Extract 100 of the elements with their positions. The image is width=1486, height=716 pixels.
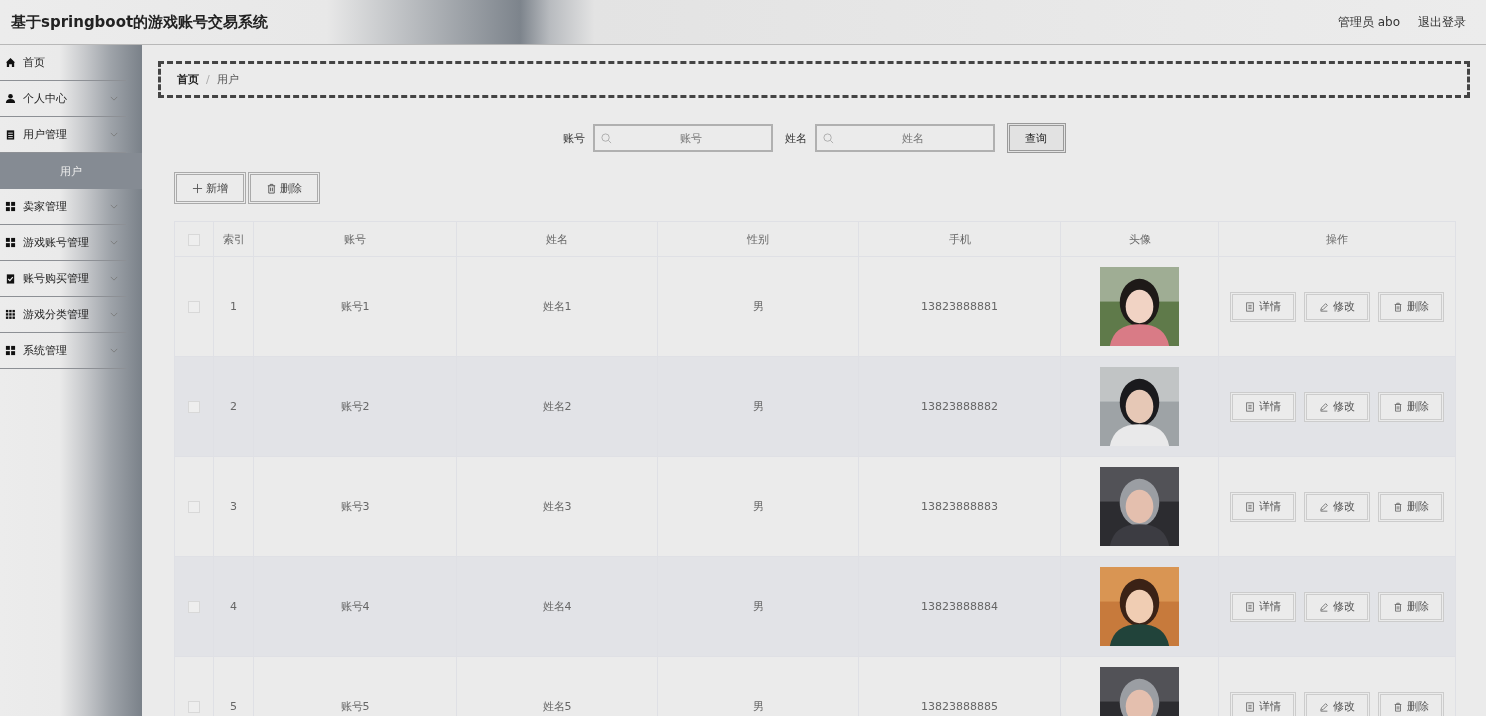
table-cell: 姓名2 — [542, 400, 572, 413]
search-icon — [822, 133, 834, 144]
menu-item[interactable]: 游戏账号管理 — [0, 225, 126, 261]
edit-button[interactable]: 修改 — [1304, 591, 1370, 622]
table-cell: 男 — [752, 700, 764, 713]
person-icon — [5, 93, 16, 104]
field-label: 账号 — [562, 130, 585, 146]
table-cell: 姓名3 — [542, 500, 572, 513]
app-title: 基于springboot的游戏账号交易系统 — [11, 12, 269, 32]
table-cell: 13823888881 — [921, 300, 998, 313]
plus-icon — [192, 182, 203, 194]
detail-button[interactable]: 详情 — [1230, 291, 1296, 322]
search-field[interactable]: 账号 — [592, 124, 773, 152]
column-header: 头像 — [1128, 232, 1151, 246]
table-cell: 账号4 — [340, 600, 370, 613]
column-header: 姓名 — [546, 232, 568, 246]
delete-button[interactable]: 删除 — [1378, 591, 1444, 622]
table-cell: 3 — [230, 500, 237, 513]
trash-icon — [1393, 301, 1403, 312]
menu-item[interactable]: 个人中心 — [0, 81, 126, 117]
column-header: 索引 — [222, 232, 245, 246]
grid-icon — [5, 201, 16, 212]
table-cell: 账号1 — [340, 300, 370, 313]
table-cell: 男 — [752, 400, 764, 413]
column-header: 账号 — [344, 232, 366, 246]
trash-icon — [1393, 501, 1403, 512]
column-header: 手机 — [948, 232, 971, 246]
menu-item[interactable]: 账号购买管理 — [0, 261, 126, 297]
add-button[interactable]: 新增 — [174, 172, 246, 204]
trash-icon — [1393, 601, 1403, 612]
table-cell: 男 — [752, 600, 764, 613]
trash-icon — [266, 182, 277, 194]
detail-button[interactable]: 详情 — [1230, 691, 1296, 716]
table-cell: 13823888885 — [921, 700, 998, 713]
edit-button[interactable]: 修改 — [1304, 291, 1370, 322]
pencil-icon — [1319, 301, 1329, 312]
menu-item[interactable]: 卖家管理 — [0, 189, 126, 225]
clipboard-icon — [5, 129, 16, 140]
search-icon — [600, 133, 612, 144]
edit-button[interactable]: 修改 — [1304, 391, 1370, 422]
chevron-down-icon — [110, 96, 118, 101]
table-cell: 男 — [752, 300, 764, 313]
document-icon — [1245, 501, 1255, 512]
table-cell: 2 — [230, 400, 237, 413]
table-cell: 账号5 — [340, 700, 370, 713]
chevron-down-icon — [110, 132, 118, 137]
table-cell: 姓名1 — [542, 300, 572, 313]
query-button[interactable]: 查询 — [1006, 123, 1066, 153]
home-icon — [5, 57, 16, 68]
delete-button[interactable]: 删除 — [248, 172, 320, 204]
table-cell: 4 — [230, 600, 237, 613]
delete-button[interactable]: 删除 — [1378, 691, 1444, 716]
pencil-icon — [1319, 701, 1329, 712]
breadcrumb-link[interactable]: 首页 — [177, 72, 199, 87]
column-header: 操作 — [1326, 232, 1348, 246]
chevron-down-icon — [110, 240, 118, 245]
logout-link[interactable]: 退出登录 — [1418, 13, 1466, 31]
pencil-icon — [1319, 601, 1329, 612]
table-cell: 13823888884 — [921, 600, 998, 613]
detail-button[interactable]: 详情 — [1230, 491, 1296, 522]
detail-button[interactable]: 详情 — [1230, 391, 1296, 422]
clipboard-check-icon — [5, 273, 16, 284]
menu-item[interactable]: 系统管理 — [0, 333, 126, 369]
table-cell: 账号3 — [340, 500, 370, 513]
chevron-down-icon — [110, 204, 118, 209]
grid-icon — [5, 309, 16, 320]
detail-button[interactable]: 详情 — [1230, 591, 1296, 622]
user-label: 管理员 abo — [1337, 13, 1400, 31]
menu-item[interactable]: 首页 — [0, 45, 126, 81]
trash-icon — [1393, 701, 1403, 712]
table-cell: 账号2 — [340, 400, 370, 413]
pencil-icon — [1319, 401, 1329, 412]
table-cell: 1 — [230, 300, 237, 313]
table-cell: 13823888883 — [921, 500, 998, 513]
pencil-icon — [1319, 501, 1329, 512]
breadcrumb-separator: / — [206, 73, 210, 86]
chevron-down-icon — [110, 312, 118, 317]
trash-icon — [1393, 401, 1403, 412]
document-icon — [1245, 301, 1255, 312]
table-cell: 男 — [752, 500, 764, 513]
grid-icon — [5, 345, 16, 356]
document-icon — [1245, 701, 1255, 712]
document-icon — [1245, 601, 1255, 612]
grid-icon — [5, 237, 16, 248]
chevron-down-icon — [110, 348, 118, 353]
document-icon — [1245, 401, 1255, 412]
chevron-down-icon — [110, 276, 118, 281]
menu-item[interactable]: 游戏分类管理 — [0, 297, 126, 333]
delete-button[interactable]: 删除 — [1378, 291, 1444, 322]
edit-button[interactable]: 修改 — [1304, 691, 1370, 716]
breadcrumb-link[interactable]: 用户 — [216, 72, 239, 87]
column-header: 性别 — [747, 232, 769, 246]
edit-button[interactable]: 修改 — [1304, 491, 1370, 522]
search-field[interactable]: 姓名 — [814, 124, 995, 152]
field-label: 姓名 — [784, 130, 807, 146]
table-cell: 姓名4 — [542, 600, 572, 613]
delete-button[interactable]: 删除 — [1378, 391, 1444, 422]
table-cell: 姓名5 — [542, 700, 572, 713]
table-cell: 13823888882 — [921, 400, 998, 413]
delete-button[interactable]: 删除 — [1378, 491, 1444, 522]
